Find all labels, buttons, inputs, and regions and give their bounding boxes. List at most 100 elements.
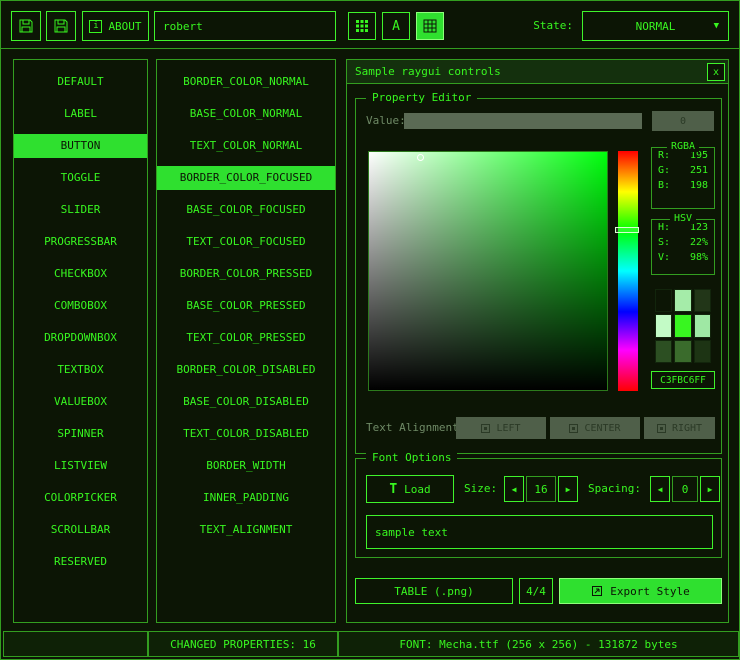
property-editor-group-label: Property Editor (366, 91, 477, 104)
chevron-right-icon: ▶ (708, 485, 713, 494)
color-swatch[interactable] (655, 314, 672, 337)
close-window-button[interactable]: x (707, 63, 725, 81)
property-item[interactable]: BASE_COLOR_DISABLED (157, 390, 335, 414)
property-item[interactable]: BORDER_COLOR_PRESSED (157, 262, 335, 286)
controls-item[interactable]: LISTVIEW (14, 454, 147, 478)
property-item[interactable]: BORDER_COLOR_NORMAL (157, 70, 335, 94)
controls-item[interactable]: TOGGLE (14, 166, 147, 190)
controls-item[interactable]: TEXTBOX (14, 358, 147, 382)
hsv-panel-label: HSV (670, 213, 696, 224)
property-editor-group: Property Editor Value: 0 RGBA R:195 G:25… (355, 98, 722, 454)
load-font-label: Load (404, 483, 431, 496)
color-swatch[interactable] (674, 289, 691, 312)
controls-item[interactable]: SPINNER (14, 422, 147, 446)
controls-item[interactable]: CHECKBOX (14, 262, 147, 286)
font-info-text: FONT: Mecha.ttf (256 x 256) - 131872 byt… (399, 638, 677, 651)
property-item[interactable]: BORDER_COLOR_DISABLED (157, 358, 335, 382)
export-icon (591, 585, 603, 597)
property-item[interactable]: TEXT_COLOR_DISABLED (157, 422, 335, 446)
spacing-decrease-button[interactable]: ◀ (650, 476, 670, 502)
b-value: 198 (690, 178, 708, 193)
hue-selector[interactable] (615, 227, 639, 233)
chevron-right-icon: ▶ (566, 485, 571, 494)
state-dropdown[interactable]: NORMAL ▼ (582, 11, 729, 41)
export-format-dropdown[interactable]: TABLE (.png) (355, 578, 513, 604)
color-swatch[interactable] (694, 340, 711, 363)
toolbar: i ABOUT A Stat (1, 1, 739, 49)
value-button[interactable]: 0 (652, 111, 714, 131)
controls-item[interactable]: DROPDOWNBOX (14, 326, 147, 350)
controls-item[interactable]: COLORPICKER (14, 486, 147, 510)
status-font-info: FONT: Mecha.ttf (256 x 256) - 131872 byt… (338, 631, 739, 657)
controls-item[interactable]: PROGRESSBAR (14, 230, 147, 254)
sample-text-input[interactable] (366, 515, 713, 549)
value-label: Value: (366, 114, 406, 127)
controls-item[interactable]: SCROLLBAR (14, 518, 147, 542)
font-a-icon: A (392, 19, 400, 34)
color-swatch[interactable] (655, 340, 672, 363)
sample-controls-window: Sample raygui controls x Property Editor… (346, 59, 729, 623)
color-swatch[interactable] (674, 340, 691, 363)
style-grid-view-button[interactable] (348, 12, 376, 40)
property-item-selected[interactable]: BORDER_COLOR_FOCUSED (157, 166, 335, 190)
g-label: G: (658, 163, 670, 178)
controls-item[interactable]: COMBOBOX (14, 294, 147, 318)
property-item[interactable]: BASE_COLOR_NORMAL (157, 102, 335, 126)
state-dropdown-value: NORMAL (636, 20, 676, 33)
color-swatch[interactable] (694, 289, 711, 312)
property-item[interactable]: TEXT_COLOR_PRESSED (157, 326, 335, 350)
color-picker-cursor[interactable] (417, 154, 424, 161)
load-style-button[interactable] (11, 11, 41, 41)
rgba-panel-label: RGBA (667, 141, 699, 152)
color-swatch[interactable] (674, 314, 691, 337)
v-value: 98% (690, 250, 708, 265)
controls-item[interactable]: RESERVED (14, 550, 147, 574)
property-item[interactable]: BASE_COLOR_PRESSED (157, 294, 335, 318)
status-bar: CHANGED PROPERTIES: 16 FONT: Mecha.ttf (… (1, 631, 739, 659)
style-name-input[interactable] (154, 11, 336, 41)
align-left-label: LEFT (496, 423, 520, 434)
controls-item[interactable]: DEFAULT (14, 70, 147, 94)
properties-listview: BORDER_COLOR_NORMAL BASE_COLOR_NORMAL TE… (156, 59, 336, 623)
controls-item[interactable]: VALUEBOX (14, 390, 147, 414)
property-item[interactable]: TEXT_COLOR_NORMAL (157, 134, 335, 158)
window-titlebar[interactable]: Sample raygui controls x (347, 60, 728, 84)
controls-item-selected[interactable]: BUTTON (14, 134, 147, 158)
close-icon: x (713, 67, 719, 78)
property-item[interactable]: TEXT_ALIGNMENT (157, 518, 335, 542)
value-slider[interactable] (404, 113, 642, 129)
spacing-value[interactable]: 0 (672, 476, 698, 502)
property-item[interactable]: BASE_COLOR_FOCUSED (157, 198, 335, 222)
align-center-button[interactable]: CENTER (550, 417, 640, 439)
hex-color-value[interactable]: C3FBC6FF (651, 371, 715, 389)
controls-listview: DEFAULT LABEL BUTTON TOGGLE SLIDER PROGR… (13, 59, 148, 623)
size-value[interactable]: 16 (526, 476, 556, 502)
align-left-button[interactable]: LEFT (456, 417, 546, 439)
align-right-button[interactable]: RIGHT (644, 417, 715, 439)
spacing-label: Spacing: (588, 482, 641, 495)
size-decrease-button[interactable]: ◀ (504, 476, 524, 502)
about-button[interactable]: i ABOUT (82, 11, 149, 41)
spacing-increase-button[interactable]: ▶ (700, 476, 720, 502)
status-cell-empty (3, 631, 148, 657)
save-style-button[interactable] (46, 11, 76, 41)
size-increase-button[interactable]: ▶ (558, 476, 578, 502)
text-t-icon: T (389, 482, 397, 497)
load-font-button[interactable]: T Load (366, 475, 454, 503)
controls-item[interactable]: SLIDER (14, 198, 147, 222)
hue-bar[interactable] (618, 151, 638, 391)
property-item[interactable]: INNER_PADDING (157, 486, 335, 510)
property-item[interactable]: TEXT_COLOR_FOCUSED (157, 230, 335, 254)
font-atlas-button[interactable]: A (382, 12, 410, 40)
controls-item[interactable]: LABEL (14, 102, 147, 126)
export-style-button[interactable]: Export Style (559, 578, 722, 604)
grid-icon (355, 19, 369, 33)
align-center-label: CENTER (584, 423, 620, 434)
rguistyler-window: i ABOUT A Stat (0, 0, 740, 660)
property-item[interactable]: BORDER_WIDTH (157, 454, 335, 478)
color-swatch[interactable] (655, 289, 672, 312)
color-swatch[interactable] (694, 314, 711, 337)
style-table-button[interactable] (416, 12, 444, 40)
chevron-down-icon: ▼ (714, 21, 719, 31)
color-picker-panel[interactable] (368, 151, 608, 391)
